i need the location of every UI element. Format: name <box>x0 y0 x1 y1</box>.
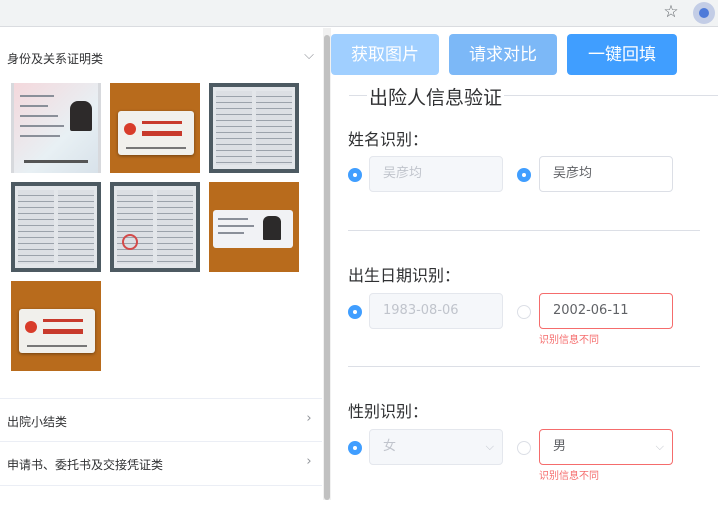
extension-icon[interactable] <box>693 2 715 24</box>
category-label: 申请书、委托书及交接凭证类 <box>7 458 164 472</box>
gender-right-radio[interactable] <box>517 441 531 455</box>
name-right-input[interactable]: 吴彦均 <box>539 156 673 192</box>
thumbnail-id-front[interactable] <box>11 83 101 173</box>
birth-field-label: 出生日期识别： <box>348 266 461 285</box>
name-right-radio[interactable] <box>517 168 531 182</box>
household-register-image <box>114 186 196 268</box>
category-identity[interactable]: 身份及关系证明类 ⌵ <box>0 36 322 80</box>
gender-field-label: 性别识别： <box>348 402 429 421</box>
category-label: 出院小结类 <box>7 415 68 429</box>
gender-left-select[interactable]: 女 ⌵ <box>369 429 503 465</box>
gender-right-select[interactable]: 男 ⌵ <box>539 429 673 465</box>
document-category-panel: 身份及关系证明类 ⌵ 出院小结类 › 申请书、委托书及交接凭证类 › <box>0 28 330 510</box>
thumbnail-id-back[interactable] <box>11 281 101 371</box>
category-application-documents[interactable]: 申请书、委托书及交接凭证类 › <box>0 442 322 486</box>
birth-left-radio[interactable] <box>348 305 362 319</box>
chevron-down-icon: ⌵ <box>655 440 664 453</box>
birth-left-input[interactable]: 1983-08-06 <box>369 293 503 329</box>
name-field-label: 姓名识别： <box>348 130 429 149</box>
scrollbar-thumb[interactable] <box>324 35 330 500</box>
chevron-down-icon: ⌵ <box>304 48 314 63</box>
name-left-input[interactable]: 吴彦均 <box>369 156 503 192</box>
thumbnail-household-page[interactable] <box>11 182 101 272</box>
gender-error-message: 识别信息不同 <box>539 471 599 482</box>
section-title: 出险人信息验证 <box>367 83 505 110</box>
thumbnail-household-page[interactable] <box>110 182 200 272</box>
birth-error-message: 识别信息不同 <box>539 335 599 346</box>
insured-verification-panel: 获取图片 请求对比 一键回填 出险人信息验证 姓名识别： 吴彦均 吴彦均 出生日… <box>331 28 718 510</box>
thumbnail-id-front[interactable] <box>209 182 299 272</box>
household-register-image <box>213 87 295 169</box>
get-images-button[interactable]: 获取图片 <box>331 34 439 75</box>
thumbnail-id-back[interactable] <box>110 83 200 173</box>
name-left-radio[interactable] <box>348 168 362 182</box>
request-compare-button[interactable]: 请求对比 <box>449 34 557 75</box>
category-discharge-summary[interactable]: 出院小结类 › <box>0 398 322 442</box>
household-register-image <box>15 186 97 268</box>
gender-left-value: 女 <box>383 439 397 454</box>
id-card-front-image <box>213 210 293 248</box>
id-card-back-image <box>118 111 194 155</box>
field-divider <box>348 366 700 367</box>
field-divider <box>348 230 700 231</box>
birth-right-radio[interactable] <box>517 305 531 319</box>
id-card-back-image <box>19 309 95 353</box>
chevron-down-icon: ⌵ <box>485 440 494 453</box>
star-icon[interactable]: ☆ <box>662 3 680 21</box>
gender-left-radio[interactable] <box>348 441 362 455</box>
chevron-right-icon: › <box>306 454 312 469</box>
gender-right-value: 男 <box>553 439 567 454</box>
id-card-front-image <box>14 83 98 173</box>
category-label: 身份及关系证明类 <box>7 52 104 66</box>
thumbnail-household-page[interactable] <box>209 83 299 173</box>
one-click-fill-button[interactable]: 一键回填 <box>567 34 677 75</box>
birth-right-input[interactable]: 2002-06-11 <box>539 293 673 329</box>
browser-toolbar: ☆ <box>0 0 718 27</box>
chevron-right-icon: › <box>306 411 312 426</box>
